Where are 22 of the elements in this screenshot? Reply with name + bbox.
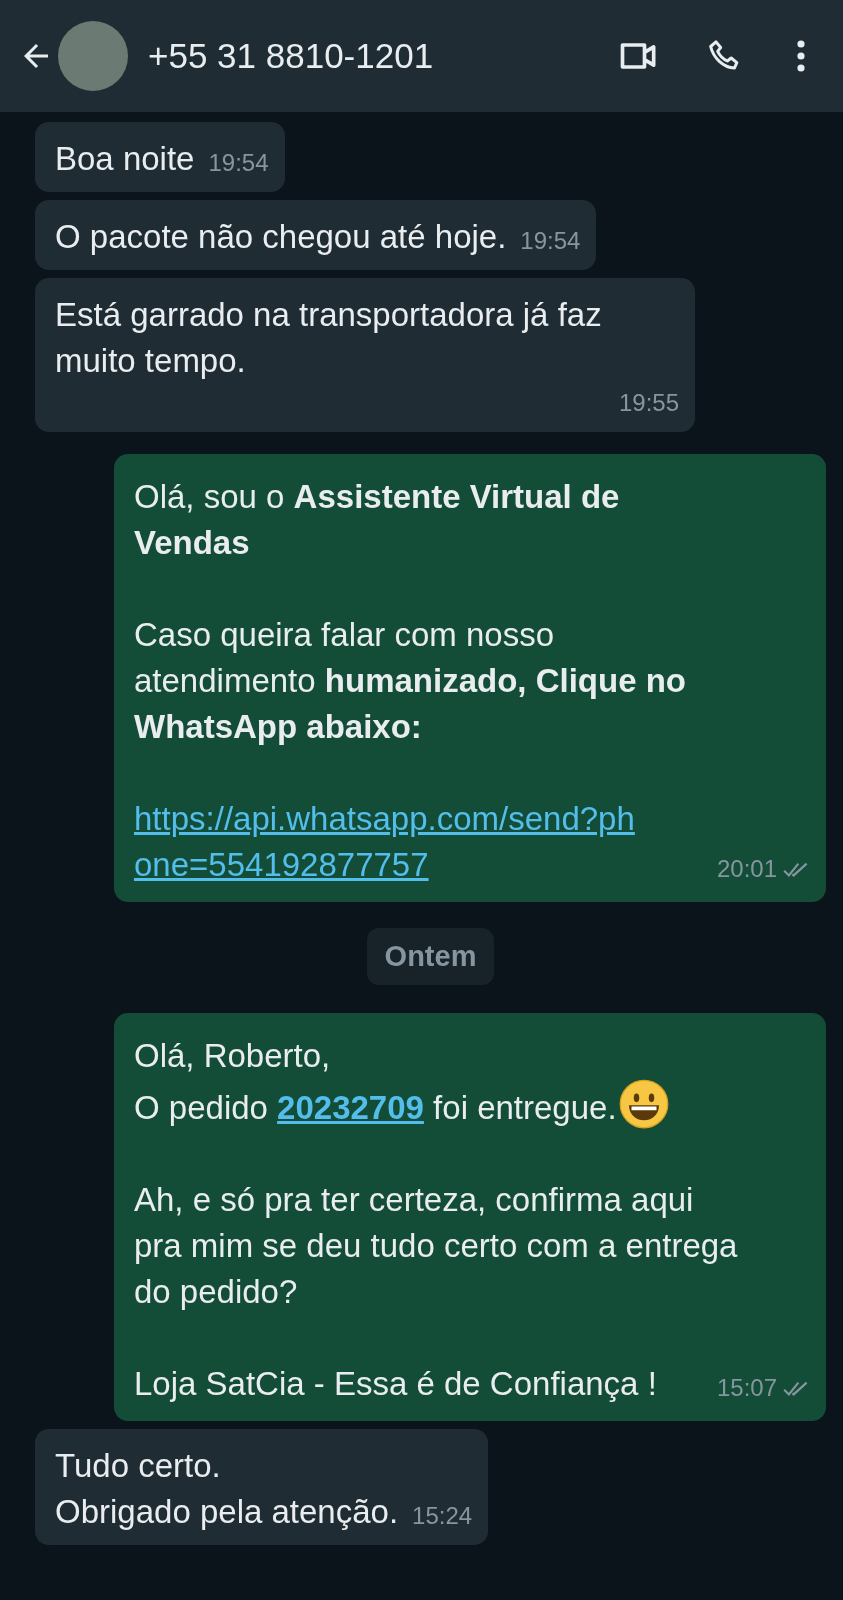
date-chip: Ontem [366,928,495,985]
url-link[interactable]: https://api.whatsapp.com/send?phone=554192877757 [134,796,644,888]
message-time: 20:01 [716,854,777,884]
message-time: 15:24 [412,1501,473,1531]
order-link[interactable]: 20232709 [277,1089,424,1126]
message-text: Loja SatCia - Essa é de Confiança ! [134,1364,657,1404]
message-text: Está garrado na transportadora já faz muito tempo. [55,295,603,381]
message-text: Olá, sou o Assistente Virtual de Vendas [134,477,621,563]
message-text: Ah, e só pra ter certeza, confirma aqui pra mim se deu tudo certo com a entrega do pedido? [134,1180,739,1312]
message-text: O pacote não chegou até hoje. [55,217,507,257]
contact-name[interactable]: +55 31 8810-1201 [148,36,573,76]
grinning-face-icon [618,1079,669,1129]
message-text: Olá, Roberto, [134,1036,331,1076]
message-time: 19:54 [208,148,269,178]
message-text: O pedido 20232709 foi entregue. [134,1079,669,1131]
message-time: 15:07 [716,1373,777,1403]
more-options-icon[interactable] [795,38,807,74]
message-text: Tudo certo. Obrigado pela atenção. [55,1446,399,1532]
message-time: 19:54 [520,226,581,256]
message-time: 19:55 [618,388,679,418]
message-text: Boa noite [55,139,195,179]
message-text: Caso queira falar com nosso atendimento humanizado, Clique no WhatsApp abaixo: [134,615,687,747]
